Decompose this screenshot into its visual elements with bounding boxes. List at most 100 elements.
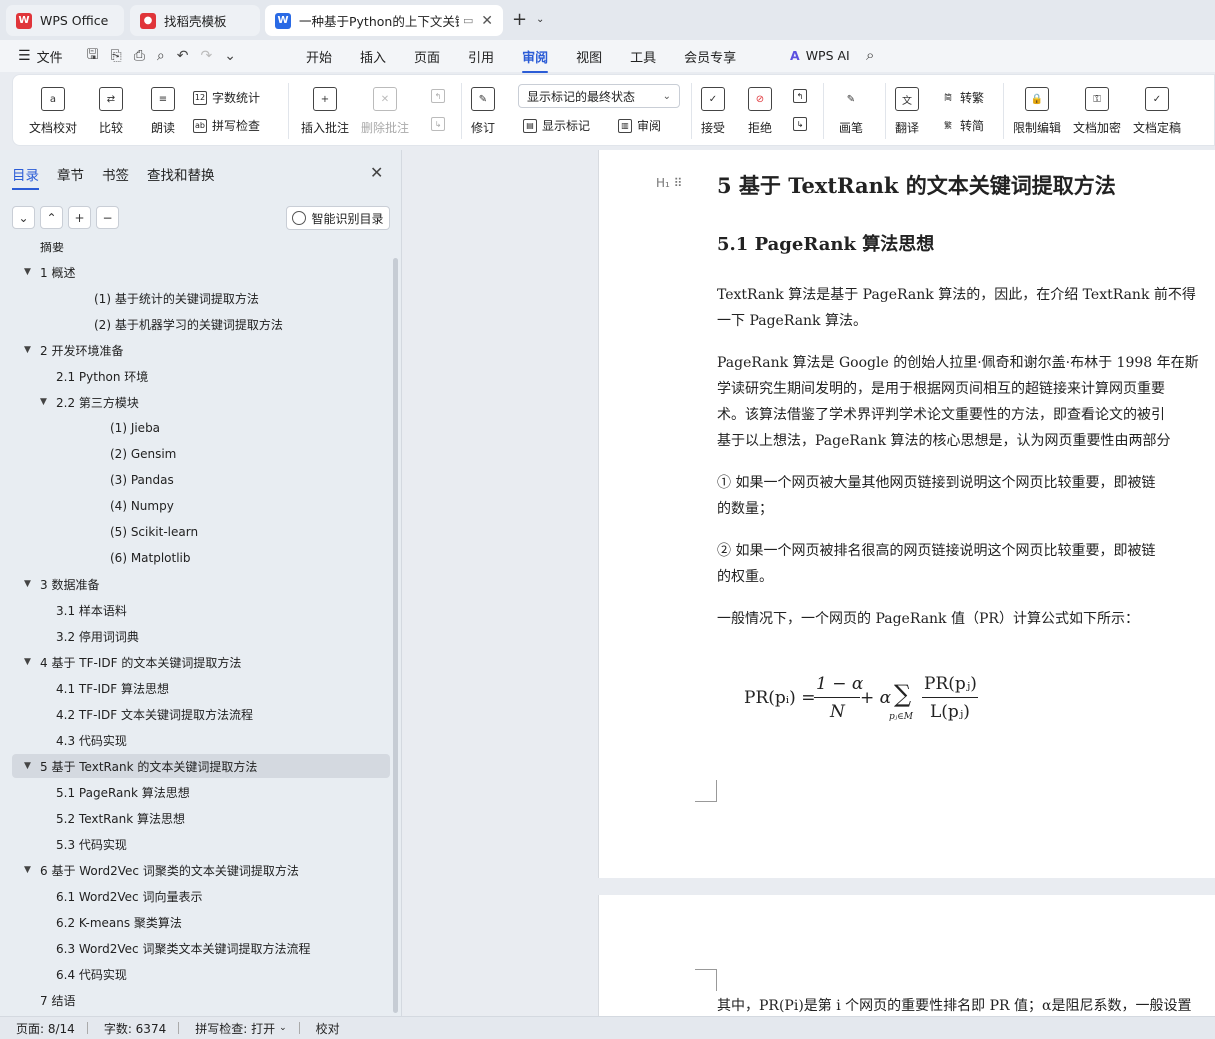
chevron-down-icon[interactable]: ⌄ — [279, 1023, 287, 1033]
file-menu-button[interactable]: ☰ 文件 — [18, 47, 63, 66]
spell-check-indicator[interactable]: 拼写检查: 打开 — [195, 1020, 275, 1037]
track-changes-button[interactable]: ✎ 修订 — [471, 87, 495, 136]
document-page[interactable]: 其中，PR(Pi)是第 i 个网页的重要性排名即 PR 值；α是阻尼系数，一般设… — [598, 895, 1215, 1016]
menu-tools[interactable]: 工具 — [630, 47, 656, 66]
toc-item[interactable]: ▼ 1 概述 — [0, 260, 75, 284]
expand-triangle-icon[interactable]: ▼ — [24, 865, 40, 875]
toc-item[interactable]: (1) 基于统计的关键词提取方法 — [0, 286, 259, 310]
toc-item[interactable]: 摘要 — [0, 242, 64, 258]
nav-tab-find-replace[interactable]: 查找和替换 — [147, 164, 215, 184]
toc-item[interactable]: ▼ 4 基于 TF-IDF 的文本关键词提取方法 — [0, 650, 241, 674]
translate-button[interactable]: 文 翻译 — [895, 87, 919, 136]
toc-item[interactable]: (2) Gensim — [0, 442, 176, 466]
compare-button[interactable]: ⇄ 比较 — [99, 87, 123, 136]
close-pane-icon[interactable]: ✕ — [370, 163, 383, 182]
expand-triangle-icon[interactable]: ▼ — [24, 345, 40, 355]
toc-item[interactable]: (4) Numpy — [0, 494, 174, 518]
expand-triangle-icon[interactable]: ▼ — [40, 397, 56, 407]
more-chevron-icon[interactable]: ⌄ — [224, 48, 236, 64]
toc-item[interactable]: 4.3 代码实现 — [0, 728, 127, 752]
to-traditional-button[interactable]: 简 转繁 — [941, 89, 984, 106]
toc-item[interactable]: (6) Matplotlib — [0, 546, 191, 570]
toc-item[interactable]: ▼ 6 基于 Word2Vec 词聚类的文本关键词提取方法 — [0, 858, 299, 882]
toc-item[interactable]: 6.2 K-means 聚类算法 — [0, 910, 182, 934]
proof-indicator[interactable]: 校对 — [316, 1020, 340, 1037]
insert-comment-button[interactable]: + 插入批注 — [301, 87, 349, 136]
toc-item[interactable]: 3.1 样本语料 — [0, 598, 127, 622]
toc-item[interactable]: 5.3 代码实现 — [0, 832, 127, 856]
toc-item[interactable]: (1) Jieba — [0, 416, 160, 440]
toc-item[interactable]: 3.2 停用词词典 — [0, 624, 139, 648]
expand-triangle-icon[interactable]: ▼ — [24, 761, 40, 771]
next-comment-button[interactable]: ↳ — [431, 117, 450, 131]
nav-tab-bookmarks[interactable]: 书签 — [102, 164, 129, 184]
encrypt-button[interactable]: ⚿ 文档加密 — [1073, 87, 1121, 136]
toc-item[interactable]: 4.2 TF-IDF 文本关键词提取方法流程 — [0, 702, 253, 726]
next-change-button[interactable]: ↳ — [793, 117, 812, 131]
add-level-icon[interactable]: + — [68, 206, 91, 229]
collapse-icon[interactable]: ⌄ — [12, 206, 35, 229]
to-simplified-button[interactable]: 繁 转简 — [941, 117, 984, 134]
toc-item[interactable]: 6.4 代码实现 — [0, 962, 127, 986]
word-count-button[interactable]: 12 字数统计 — [193, 89, 260, 106]
menu-insert[interactable]: 插入 — [360, 47, 386, 66]
redo-icon[interactable]: ↷ — [201, 48, 213, 64]
word-count-indicator[interactable]: 字数: 6374 — [104, 1020, 166, 1037]
menu-member[interactable]: 会员专享 — [684, 47, 736, 66]
expand-triangle-icon[interactable]: ▼ — [24, 579, 40, 589]
tab-document[interactable]: W 一种基于Python的上下文关键 ▭ ✕ — [265, 5, 503, 36]
smart-toc-button[interactable]: 智能识别目录 — [286, 206, 390, 230]
monitor-icon[interactable]: ▭ — [463, 14, 473, 27]
toc-item[interactable]: ▼ 3 数据准备 — [0, 572, 99, 596]
toc-item[interactable]: 5.2 TextRank 算法思想 — [0, 806, 185, 830]
menu-review[interactable]: 审阅 — [522, 47, 549, 73]
new-tab-button[interactable]: + — [512, 9, 527, 30]
toc-item[interactable]: (5) Scikit-learn — [0, 520, 198, 544]
toc-item[interactable]: 6.1 Word2Vec 词向量表示 — [0, 884, 202, 908]
remove-level-icon[interactable]: − — [96, 206, 119, 229]
undo-icon[interactable]: ↶ — [177, 48, 189, 64]
review-pane-button[interactable]: ▥ 审阅 — [618, 117, 661, 134]
toc-scrollbar[interactable] — [393, 258, 398, 1013]
close-tab-icon[interactable]: ✕ — [481, 13, 493, 29]
finalize-button[interactable]: ✓ 文档定稿 — [1133, 87, 1181, 136]
delete-comment-button[interactable]: ✕ 删除批注 — [361, 87, 409, 136]
markup-state-select[interactable]: 显示标记的最终状态 ⌄ — [518, 84, 680, 108]
menu-view[interactable]: 视图 — [576, 47, 602, 66]
toc-item[interactable]: 7 结语 — [0, 988, 75, 1012]
show-markup-button[interactable]: ▤ 显示标记 — [523, 117, 590, 134]
menu-home[interactable]: 开始 — [306, 47, 332, 66]
doc-proof-button[interactable]: a 文档校对 — [29, 87, 77, 136]
search-icon[interactable]: ⌕ — [866, 46, 874, 64]
expand-up-icon[interactable]: ⌃ — [40, 206, 63, 229]
nav-tab-sections[interactable]: 章节 — [57, 164, 84, 184]
toc-item[interactable]: (3) Pandas — [0, 468, 174, 492]
expand-triangle-icon[interactable]: ▼ — [24, 657, 40, 667]
spell-check-button[interactable]: ab 拼写检查 — [193, 117, 260, 134]
toc-item[interactable]: (2) 基于机器学习的关键词提取方法 — [0, 312, 283, 336]
toc-item[interactable]: ▼ 2 开发环境准备 — [0, 338, 123, 362]
menu-references[interactable]: 引用 — [468, 47, 494, 66]
nav-tab-toc[interactable]: 目录 — [12, 164, 39, 190]
print-icon[interactable]: ⎙ — [134, 48, 145, 64]
print-preview-icon[interactable]: ⌕ — [157, 48, 165, 64]
export-icon[interactable]: ⎘ — [111, 48, 122, 64]
wps-ai-button[interactable]: A WPS AI — [790, 48, 850, 63]
heading-handle-icon[interactable]: H₁ ⠿ — [656, 176, 682, 190]
chevron-down-icon[interactable]: ⌄ — [536, 14, 544, 25]
expand-triangle-icon[interactable]: ▼ — [24, 267, 40, 277]
pen-button[interactable]: ✎ 画笔 — [839, 87, 863, 136]
toc-item[interactable]: 4.1 TF-IDF 算法思想 — [0, 676, 169, 700]
toc-item[interactable]: 6.3 Word2Vec 词聚类文本关键词提取方法流程 — [0, 936, 310, 960]
restrict-edit-button[interactable]: 🔒 限制编辑 — [1013, 87, 1061, 136]
read-aloud-button[interactable]: ≡ 朗读 — [151, 87, 175, 136]
prev-comment-button[interactable]: ↰ — [431, 89, 450, 103]
toc-item[interactable]: ▼ 2.2 第三方模块 — [0, 390, 139, 414]
accept-button[interactable]: ✓ 接受 — [701, 87, 725, 136]
reject-button[interactable]: ⊘ 拒绝 — [748, 87, 772, 136]
toc-item[interactable]: 5.1 PageRank 算法思想 — [0, 780, 190, 804]
page-indicator[interactable]: 页面: 8/14 — [16, 1020, 75, 1037]
toc-item[interactable]: ▼ 5 基于 TextRank 的文本关键词提取方法 — [12, 754, 390, 778]
tab-wps-office[interactable]: W WPS Office — [6, 5, 124, 36]
tab-template[interactable]: ● 找稻壳模板 — [130, 5, 260, 36]
